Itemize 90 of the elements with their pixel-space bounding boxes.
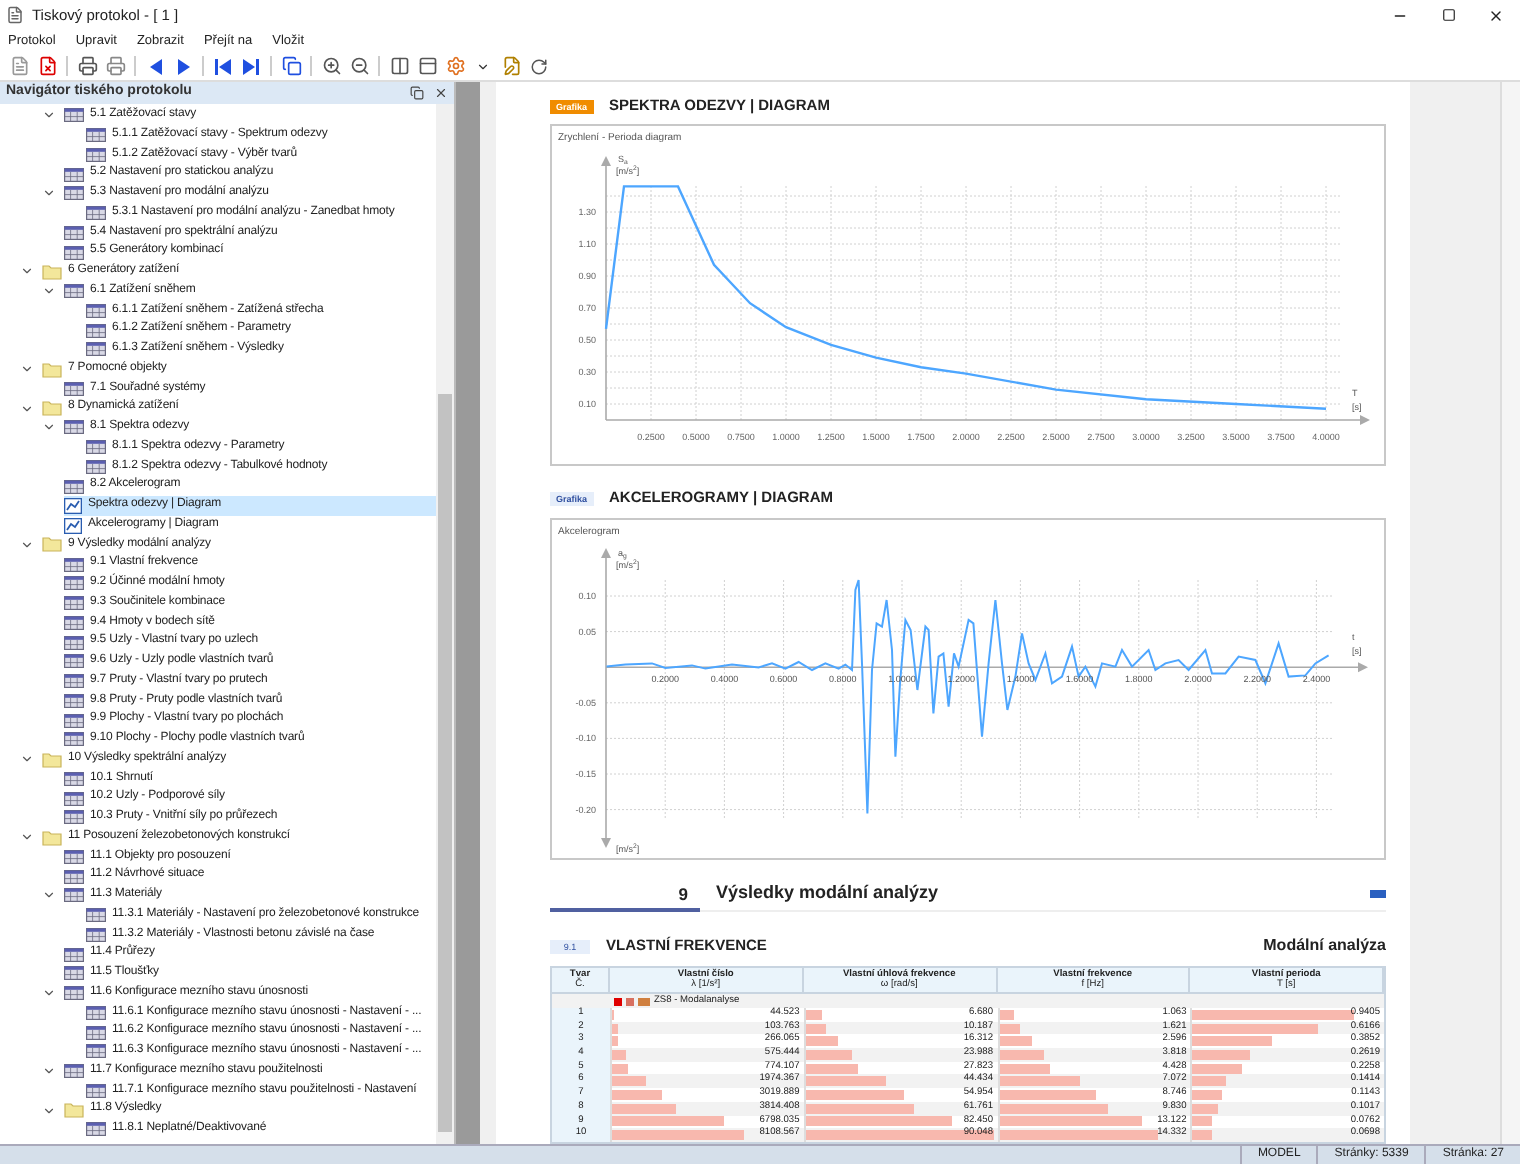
table-icon bbox=[64, 596, 84, 611]
table-icon bbox=[64, 986, 84, 1001]
go-to-page-icon[interactable] bbox=[278, 53, 304, 79]
legend-square-icon bbox=[614, 997, 622, 1005]
expand-toggle[interactable] bbox=[42, 284, 56, 299]
table-icon bbox=[86, 303, 106, 318]
app-icon bbox=[6, 6, 24, 24]
expand-toggle[interactable] bbox=[20, 362, 34, 377]
table-icon bbox=[64, 420, 84, 435]
load-case-icon bbox=[638, 997, 650, 1005]
expand-toggle[interactable] bbox=[20, 830, 34, 845]
table-icon bbox=[64, 245, 84, 260]
expand-toggle[interactable] bbox=[42, 108, 56, 123]
table-icon bbox=[64, 966, 84, 981]
window-icon[interactable] bbox=[414, 53, 440, 79]
close-icon[interactable] bbox=[434, 86, 448, 100]
expand-toggle[interactable] bbox=[42, 186, 56, 201]
table-icon bbox=[86, 1025, 106, 1040]
table-icon bbox=[64, 615, 84, 630]
expand-toggle[interactable] bbox=[42, 1103, 56, 1118]
expand-toggle[interactable] bbox=[42, 420, 56, 435]
section-number: 9 bbox=[550, 877, 700, 911]
zoom-in-icon[interactable] bbox=[318, 53, 344, 79]
table-icon bbox=[86, 1005, 106, 1020]
section-title: Výsledky modální analýzy bbox=[716, 880, 939, 907]
table-icon bbox=[86, 342, 106, 357]
section-tag-icon bbox=[1370, 890, 1386, 898]
table-icon bbox=[64, 869, 84, 884]
table-icon bbox=[64, 225, 84, 240]
table-icon bbox=[86, 908, 106, 923]
table-icon bbox=[64, 849, 84, 864]
close-icon[interactable] bbox=[1488, 7, 1504, 23]
table-icon bbox=[86, 206, 106, 221]
table-icon bbox=[86, 459, 106, 474]
table-icon bbox=[64, 732, 84, 747]
print-icon[interactable] bbox=[74, 53, 100, 79]
table-icon bbox=[64, 771, 84, 786]
expand-toggle[interactable] bbox=[20, 537, 34, 552]
table-icon bbox=[64, 674, 84, 689]
table-icon bbox=[64, 791, 84, 806]
folder-icon bbox=[42, 751, 62, 768]
float-panel-icon[interactable] bbox=[410, 86, 424, 100]
zoom-out-icon[interactable] bbox=[346, 53, 372, 79]
table-icon bbox=[64, 576, 84, 591]
table-icon bbox=[64, 947, 84, 962]
scrollbar[interactable] bbox=[436, 104, 454, 1144]
table-icon bbox=[64, 1064, 84, 1079]
table-icon bbox=[86, 1044, 106, 1059]
chart-icon bbox=[64, 517, 82, 534]
chart-icon bbox=[64, 497, 82, 514]
table-icon bbox=[64, 284, 84, 299]
expand-toggle[interactable] bbox=[42, 986, 56, 1001]
expand-toggle[interactable] bbox=[42, 888, 56, 903]
expand-toggle[interactable] bbox=[20, 752, 34, 767]
table-icon bbox=[86, 1122, 106, 1137]
table-icon bbox=[64, 654, 84, 669]
table-icon bbox=[64, 693, 84, 708]
maximize-icon[interactable] bbox=[1441, 8, 1455, 22]
table-icon bbox=[86, 1083, 106, 1098]
table-icon bbox=[64, 713, 84, 728]
folder-icon bbox=[42, 263, 62, 280]
last-page-icon[interactable] bbox=[238, 53, 264, 79]
table-icon bbox=[64, 381, 84, 396]
folder-icon bbox=[42, 536, 62, 553]
table-icon bbox=[64, 557, 84, 572]
category-label: Modální analýza bbox=[1263, 934, 1386, 958]
printer-icon[interactable] bbox=[102, 53, 128, 79]
table-icon bbox=[64, 167, 84, 182]
table-icon bbox=[86, 927, 106, 942]
page-layout-icon[interactable] bbox=[386, 53, 412, 79]
table-icon bbox=[64, 108, 84, 123]
legend-square-icon bbox=[626, 997, 634, 1005]
table-icon bbox=[64, 479, 84, 494]
table-icon bbox=[64, 810, 84, 825]
folder-icon bbox=[42, 829, 62, 846]
table-icon bbox=[86, 440, 106, 455]
folder-icon bbox=[42, 400, 62, 417]
scrollbar[interactable] bbox=[1500, 82, 1520, 1144]
folder-icon bbox=[64, 1102, 84, 1119]
expand-toggle[interactable] bbox=[42, 1064, 56, 1079]
expand-toggle[interactable] bbox=[20, 264, 34, 279]
table-icon bbox=[64, 186, 84, 201]
folder-icon bbox=[42, 361, 62, 378]
table-icon bbox=[86, 147, 106, 162]
table-icon bbox=[64, 888, 84, 903]
first-page-icon[interactable] bbox=[210, 53, 236, 79]
table-icon bbox=[86, 128, 106, 143]
expand-toggle[interactable] bbox=[20, 401, 34, 416]
table-icon bbox=[86, 323, 106, 338]
table-icon bbox=[64, 635, 84, 650]
